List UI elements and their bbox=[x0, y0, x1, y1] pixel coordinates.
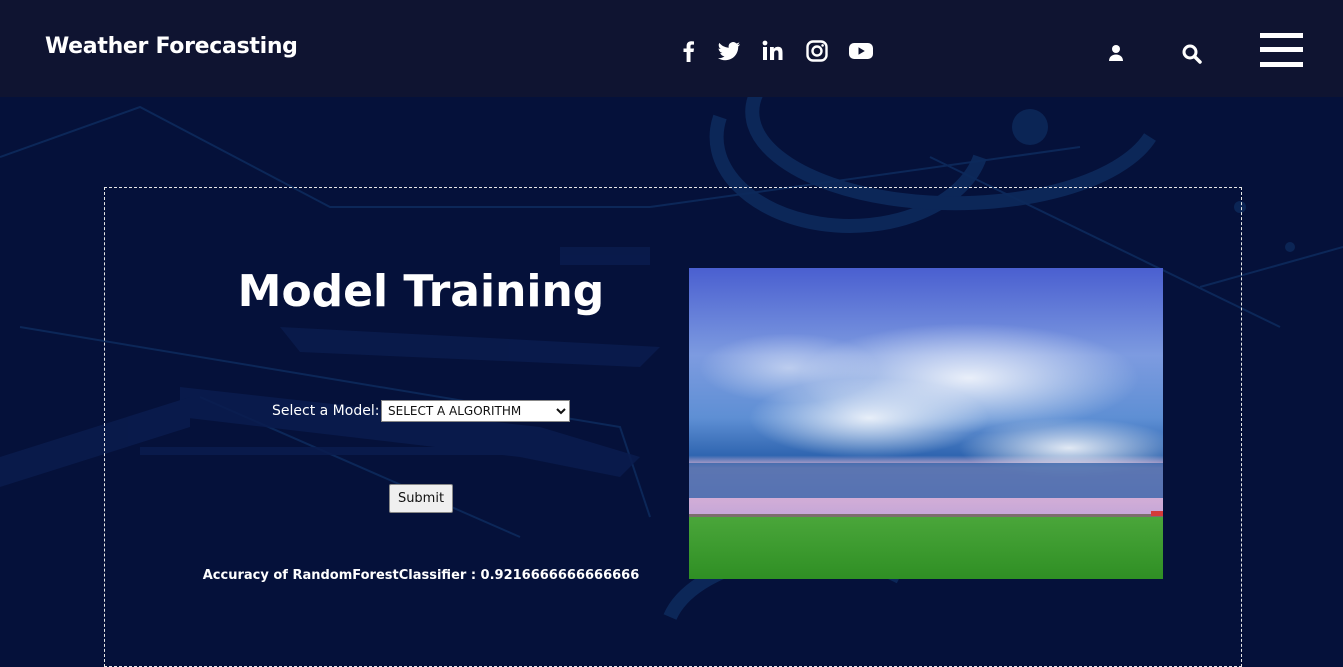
search-icon[interactable] bbox=[1181, 43, 1203, 65]
user-icon[interactable] bbox=[1107, 43, 1125, 63]
submit-button[interactable]: Submit bbox=[389, 484, 453, 513]
page-title: Model Training bbox=[237, 266, 605, 317]
facebook-icon[interactable] bbox=[676, 38, 702, 64]
instagram-icon[interactable] bbox=[804, 38, 830, 64]
model-select-label: Select a Model: bbox=[272, 403, 380, 419]
model-select[interactable]: SELECT A ALGORITHM bbox=[381, 400, 570, 422]
twitter-icon[interactable] bbox=[716, 38, 742, 64]
brand-title[interactable]: Weather Forecasting bbox=[45, 34, 298, 59]
weather-sky-image bbox=[689, 268, 1163, 579]
menu-icon[interactable] bbox=[1260, 33, 1303, 67]
site-header: Weather Forecasting bbox=[0, 0, 1343, 97]
linkedin-icon[interactable] bbox=[760, 38, 786, 64]
accuracy-result: Accuracy of RandomForestClassifier : 0.9… bbox=[202, 568, 640, 583]
youtube-icon[interactable] bbox=[848, 38, 874, 64]
